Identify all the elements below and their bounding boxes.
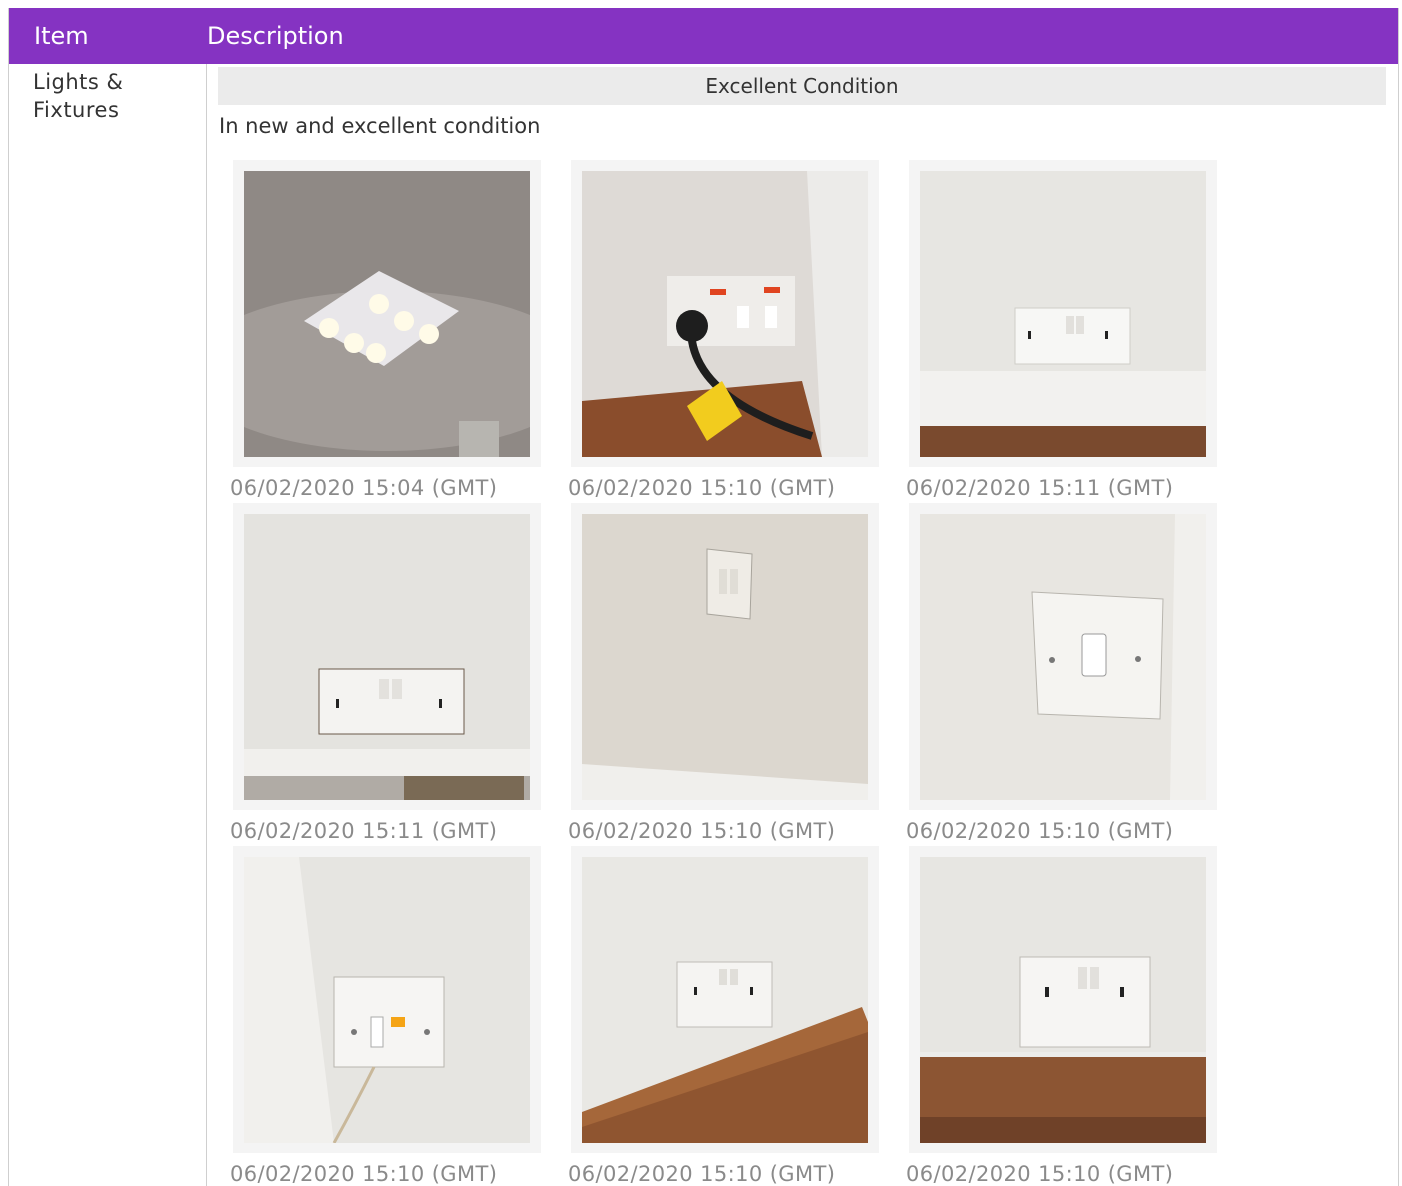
photo-timestamp: 06/02/2020 15:10 (GMT): [230, 1162, 498, 1186]
photo-frame: [571, 160, 879, 467]
photo-frame: [571, 846, 879, 1153]
photo-frame: [909, 503, 1217, 810]
photo-switched-socket[interactable]: [582, 171, 868, 457]
photo-frame: [909, 846, 1217, 1153]
photo-single-switch[interactable]: [920, 514, 1206, 800]
photo-timestamp: 06/02/2020 15:04 (GMT): [230, 476, 498, 500]
photo-ceiling-light[interactable]: [244, 171, 530, 457]
photo-double-socket[interactable]: [920, 171, 1206, 457]
photo-timestamp: 06/02/2020 15:10 (GMT): [568, 476, 836, 500]
header-item: Item: [34, 22, 89, 50]
photo-timestamp: 06/02/2020 15:10 (GMT): [906, 1162, 1174, 1186]
table-header: Item Description: [9, 8, 1398, 64]
condition-badge: Excellent Condition: [218, 67, 1386, 105]
photo-socket-wood-skirting[interactable]: [920, 857, 1206, 1143]
photo-frame: [233, 846, 541, 1153]
photo-timestamp: 06/02/2020 15:10 (GMT): [568, 819, 836, 843]
photo-frame: [571, 503, 879, 810]
photo-timestamp: 06/02/2020 15:11 (GMT): [906, 476, 1174, 500]
photo-socket-near-floor[interactable]: [582, 857, 868, 1143]
column-divider: [206, 64, 207, 1186]
photo-frame: [909, 160, 1217, 467]
item-name: Lights & Fixtures: [33, 70, 124, 122]
photo-timestamp: 06/02/2020 15:11 (GMT): [230, 819, 498, 843]
inventory-table: Item Description Lights & Fixtures Excel…: [8, 8, 1399, 1186]
photo-timestamp: 06/02/2020 15:10 (GMT): [906, 819, 1174, 843]
condition-description: In new and excellent condition: [219, 114, 541, 138]
photo-timestamp: 06/02/2020 15:10 (GMT): [568, 1162, 836, 1186]
photo-frame: [233, 160, 541, 467]
photo-frame: [233, 503, 541, 810]
photo-fused-spur[interactable]: [244, 857, 530, 1143]
photo-light-switch-high[interactable]: [582, 514, 868, 800]
header-description: Description: [207, 22, 344, 50]
photo-damaged-socket[interactable]: [244, 514, 530, 800]
